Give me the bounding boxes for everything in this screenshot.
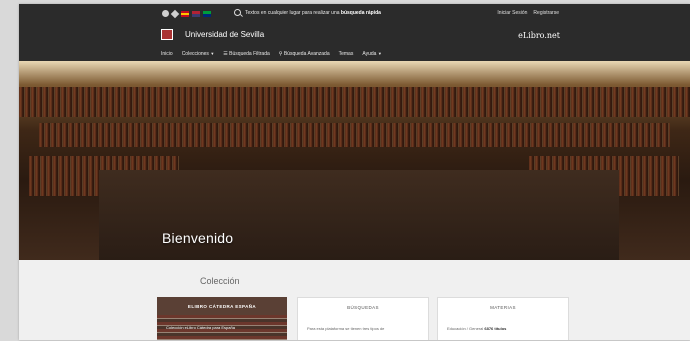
filter-icon: ☰: [223, 51, 228, 57]
chevron-down-icon: ▼: [210, 51, 215, 56]
card-elibro-catedra[interactable]: ELIBRO CÁTEDRA ESPAÑA Colección eLibro C…: [157, 297, 287, 340]
hero-banner: Bienvenido: [19, 61, 690, 260]
nav-item-busqueda-filtrada[interactable]: ☰ Búsqueda Filtrada: [223, 51, 269, 57]
browser-page: Textos en cualquier lugar para realizar …: [19, 4, 690, 340]
card-text: Para esta plataforma se tienen tres tipo…: [307, 326, 385, 331]
card-materias[interactable]: MATERIAS Educación / General 6876 título…: [437, 297, 569, 340]
quick-search-text[interactable]: Textos en cualquier lugar para realizar …: [245, 10, 381, 16]
search-icon: [234, 9, 241, 16]
hero-title: Bienvenido: [162, 230, 234, 246]
university-name[interactable]: Universidad de Sevilla: [185, 30, 264, 39]
card-title: MATERIAS: [490, 305, 516, 310]
login-link[interactable]: Iniciar Sesión: [497, 10, 527, 16]
bookshelf-decoration: [19, 87, 690, 117]
university-logo-icon[interactable]: [161, 29, 173, 40]
globe-icon[interactable]: [162, 10, 169, 17]
nav-item-colecciones[interactable]: Colecciones ▼: [182, 51, 215, 57]
card-busquedas[interactable]: BÚSQUEDAS Para esta plataforma se tienen…: [297, 297, 429, 340]
bookshelf-decoration: [39, 123, 670, 147]
language-icons: [162, 9, 211, 18]
register-link[interactable]: Registrarse: [533, 10, 559, 16]
main-nav: Inicio Colecciones ▼ ☰ Búsqueda Filtrada…: [19, 47, 690, 61]
card-title: ELIBRO CÁTEDRA ESPAÑA: [187, 304, 257, 309]
collection-section: Colección ELIBRO CÁTEDRA ESPAÑA Colecció…: [19, 260, 690, 340]
nav-item-inicio[interactable]: Inicio: [161, 51, 173, 57]
title-count: 6876 títulos: [484, 326, 507, 331]
usa-flag-icon[interactable]: [192, 10, 200, 17]
site-header: Universidad de Sevilla eLibro.net: [19, 24, 690, 47]
nav-item-temas[interactable]: Temas: [339, 51, 354, 57]
quick-search[interactable]: Textos en cualquier lugar para realizar …: [234, 9, 381, 16]
library-floor: [99, 170, 619, 260]
auth-links: Iniciar Sesión Registrarse: [497, 10, 559, 16]
utility-bar: Textos en cualquier lugar para realizar …: [19, 4, 690, 24]
nav-item-busqueda-avanzada[interactable]: ⚲ Búsqueda Avanzada: [279, 51, 330, 57]
card-text: Educación / General 6876 títulos: [447, 326, 507, 331]
card-text: Colección eLibro Cátedra para España: [166, 325, 235, 330]
section-title: Colección: [200, 276, 240, 286]
chevron-down-icon: ▼: [377, 51, 382, 56]
nav-item-ayuda[interactable]: Ayuda ▼: [362, 51, 381, 57]
spain-flag-icon[interactable]: [181, 10, 189, 17]
brazil-flag-icon[interactable]: [203, 10, 211, 17]
accessibility-icon[interactable]: [170, 9, 180, 18]
elibro-logo[interactable]: eLibro.net: [518, 31, 560, 40]
search-icon: ⚲: [278, 51, 283, 57]
card-title: BÚSQUEDAS: [347, 305, 379, 310]
